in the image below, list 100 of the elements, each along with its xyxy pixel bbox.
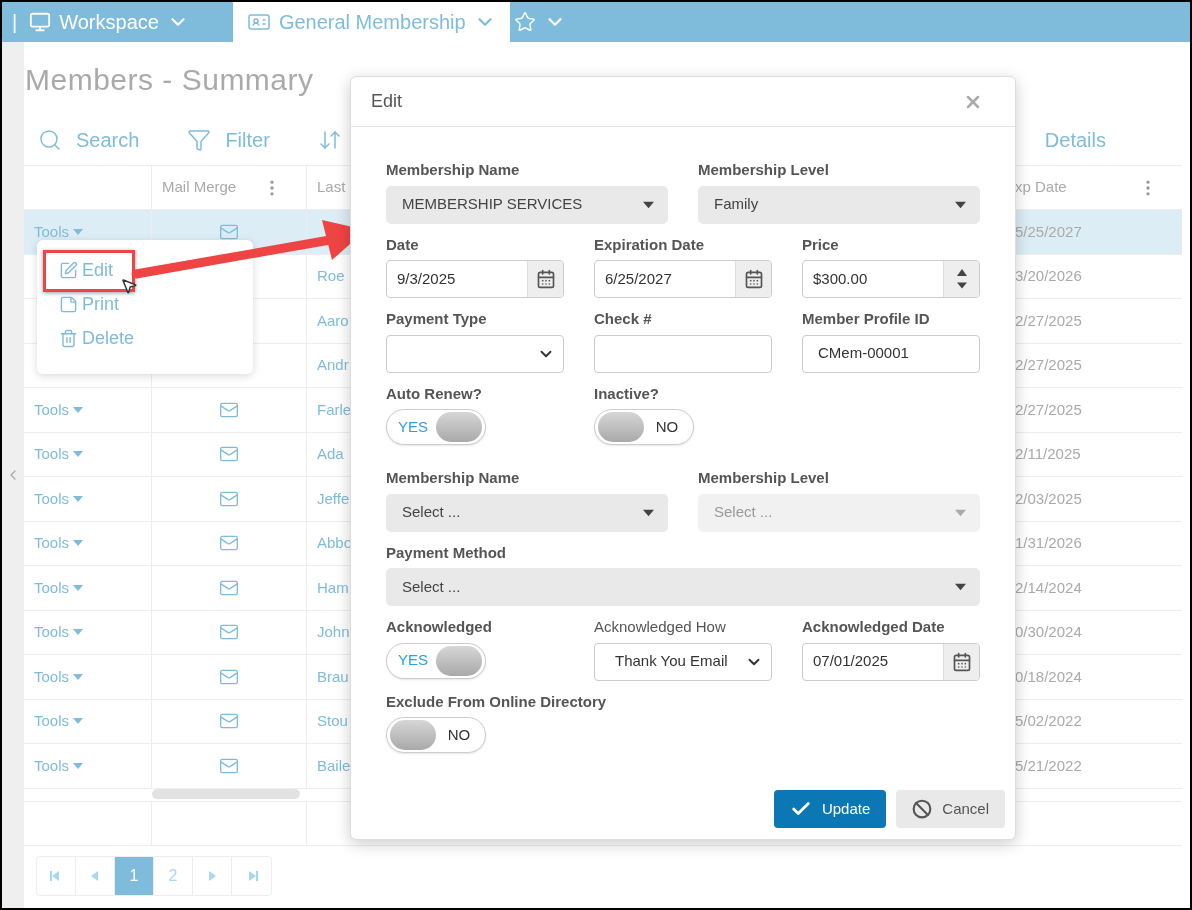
note-icon xyxy=(59,294,78,314)
number-field[interactable]: $300.00 xyxy=(802,260,980,298)
table-cell-text: 2/14/2024 xyxy=(1015,577,1082,598)
caret-icon xyxy=(955,508,966,517)
tools-dropdown[interactable]: Tools xyxy=(34,710,84,733)
increment-icon[interactable] xyxy=(956,269,967,276)
sort-icon xyxy=(317,128,342,152)
tools-dropdown[interactable]: Tools xyxy=(34,532,84,555)
scrollbar-thumb[interactable] xyxy=(152,788,300,799)
field-label: Membership Level xyxy=(698,468,829,488)
table-cell-text: 2/11/2025 xyxy=(1015,444,1081,464)
field-label: Membership Level xyxy=(698,160,829,180)
sort-button[interactable] xyxy=(317,128,342,152)
caret-icon xyxy=(73,584,84,591)
input-field[interactable] xyxy=(594,334,772,373)
toggle-switch[interactable]: NO xyxy=(594,409,694,445)
menu-item[interactable]: Edit xyxy=(59,256,114,284)
table-cell-text: Roe xyxy=(317,266,345,286)
cancel-button[interactable]: Cancel xyxy=(896,790,1005,828)
date-field[interactable]: 6/25/2027 xyxy=(594,260,772,298)
field-label: Date xyxy=(386,234,419,255)
page-button[interactable]: 2 xyxy=(154,856,193,895)
column-header: Last xyxy=(317,177,346,198)
field-label: Auto Renew? xyxy=(386,383,482,404)
table-cell-text: 3/20/2026 xyxy=(1015,266,1082,286)
menu-item[interactable]: Delete xyxy=(59,324,135,352)
tools-dropdown[interactable]: Tools xyxy=(34,576,84,599)
tools-dropdown[interactable]: Tools xyxy=(34,621,84,644)
table-cell-text: Aaro xyxy=(317,310,349,331)
workspace-tab[interactable]: Workspace xyxy=(25,2,233,42)
caret-icon xyxy=(73,406,84,413)
cursor-icon xyxy=(120,277,138,295)
caret-icon xyxy=(73,718,84,725)
tools-dropdown[interactable]: Tools xyxy=(34,754,84,777)
caret-icon xyxy=(73,762,84,769)
caret-icon xyxy=(643,508,654,517)
toggle-knob xyxy=(598,412,644,442)
table-cell-text: 1/31/2026 xyxy=(1015,533,1082,553)
table-cell-text: Andr xyxy=(317,355,349,375)
tools-dropdown[interactable]: Tools xyxy=(34,487,84,510)
field-label: Expiration Date xyxy=(594,234,705,255)
select-field[interactable]: Select ... xyxy=(386,493,668,532)
table-cell-text: Jeffe xyxy=(317,488,350,509)
star-icon xyxy=(513,11,536,33)
tools-dropdown[interactable]: Tools xyxy=(34,220,84,243)
table-cell-text: 5/21/2022 xyxy=(1015,755,1082,776)
input-field[interactable]: CMem-00001 xyxy=(802,334,980,373)
calendar-icon[interactable] xyxy=(951,651,972,672)
field-label: Exclude From Online Directory xyxy=(386,691,607,712)
menu-item[interactable]: Print xyxy=(59,290,119,318)
update-button[interactable]: Update xyxy=(773,790,887,828)
table-cell-text: Ham xyxy=(317,577,349,598)
select-field[interactable]: Select ... xyxy=(386,568,980,606)
calendar-icon[interactable] xyxy=(743,269,764,289)
table-cell-text: Brau xyxy=(317,666,349,687)
tools-dropdown[interactable]: Tools xyxy=(34,398,84,421)
calendar-icon[interactable] xyxy=(535,269,556,289)
workspace-tab[interactable]: General Membership xyxy=(232,2,510,42)
field-label: Membership Name xyxy=(386,160,520,180)
dropdown-field[interactable]: Thank You Email xyxy=(594,642,772,681)
select-field[interactable]: Family xyxy=(698,185,980,224)
filter-icon xyxy=(187,128,212,152)
table-cell-text: Stou xyxy=(317,711,348,731)
tools-dropdown[interactable]: Tools xyxy=(34,443,84,466)
separator-mark: | xyxy=(11,10,19,35)
column-header: Mail Merge xyxy=(162,177,237,198)
field-label: Check # xyxy=(594,309,652,329)
filter-button[interactable]: Filter xyxy=(187,125,270,155)
first-page-icon xyxy=(50,869,62,882)
date-field[interactable]: 07/01/2025 xyxy=(802,642,980,681)
toggle-switch[interactable]: YES xyxy=(386,642,486,679)
field-label: Acknowledged Date xyxy=(802,617,945,637)
edit-icon xyxy=(59,260,78,280)
tools-dropdown[interactable]: Tools xyxy=(34,665,84,688)
toggle-knob xyxy=(390,720,436,750)
toggle-knob xyxy=(436,412,482,442)
previous-page-icon xyxy=(89,869,101,882)
search-button[interactable]: Search xyxy=(38,125,140,155)
page-title: Members - Summary xyxy=(25,61,314,98)
ban-icon xyxy=(912,799,933,819)
caret-icon xyxy=(73,540,84,547)
field-label: Payment Method xyxy=(386,542,506,563)
page-button[interactable]: 1 xyxy=(115,856,154,895)
table-cell-text: Baile xyxy=(317,755,351,776)
table-cell-text: 2/03/2025 xyxy=(1015,488,1082,509)
caret-icon xyxy=(73,228,84,235)
select-field[interactable]: MEMBERSHIP SERVICES xyxy=(386,185,668,224)
search-icon xyxy=(38,128,62,152)
table-cell-text: 0/30/2024 xyxy=(1015,622,1082,642)
trash-icon xyxy=(59,328,78,348)
dropdown-field[interactable] xyxy=(386,334,564,373)
caret-icon xyxy=(73,451,84,458)
caret-icon xyxy=(955,583,966,591)
toggle-switch[interactable]: YES xyxy=(386,409,486,445)
toggle-switch[interactable]: NO xyxy=(386,717,486,753)
toggle-knob xyxy=(436,645,482,676)
details-button[interactable]: Details xyxy=(1044,125,1106,155)
field-label: Inactive? xyxy=(594,383,660,404)
table-cell-text: 2/27/2025 xyxy=(1015,355,1082,375)
date-field[interactable]: 9/3/2025 xyxy=(386,260,564,298)
